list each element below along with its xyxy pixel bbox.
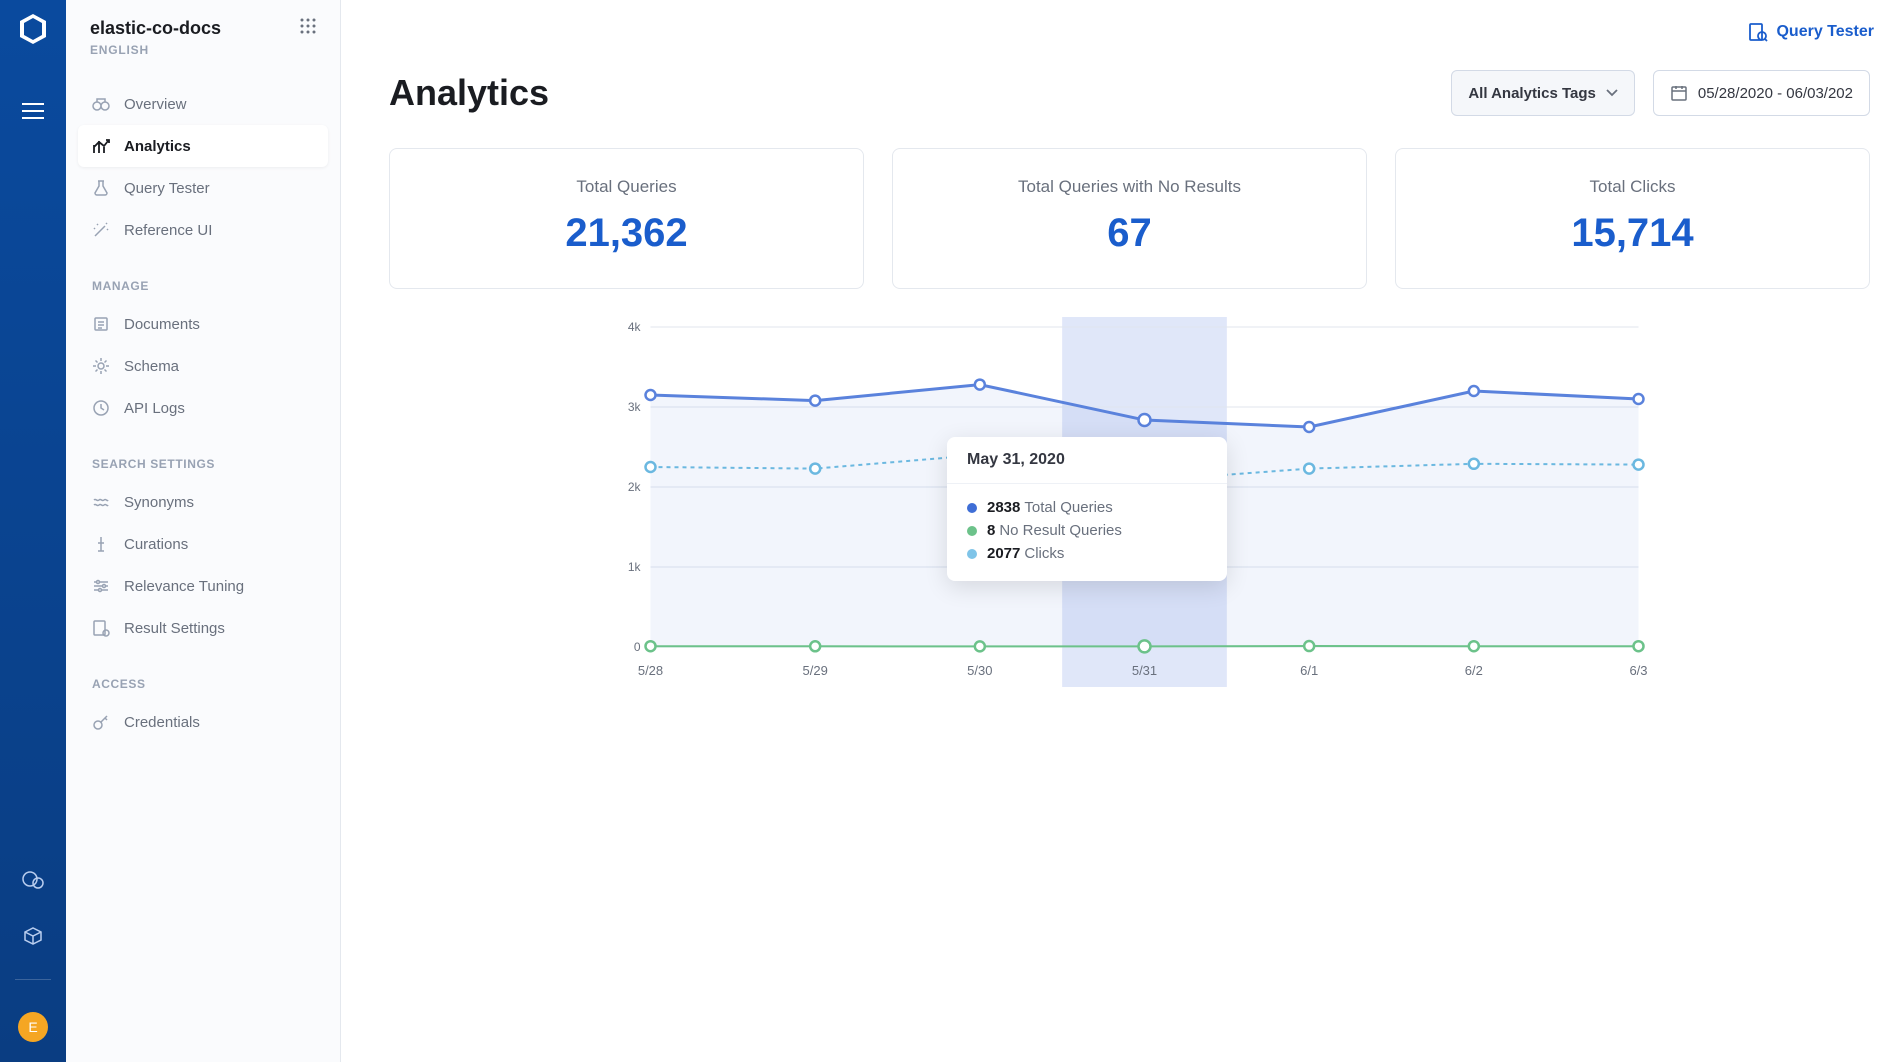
engine-name: elastic-co-docs bbox=[90, 18, 221, 39]
wand-icon bbox=[92, 221, 110, 239]
hamburger-icon[interactable] bbox=[10, 91, 56, 131]
tags-filter-dropdown[interactable]: All Analytics Tags bbox=[1451, 70, 1635, 116]
tags-filter-label: All Analytics Tags bbox=[1468, 85, 1596, 102]
date-range-picker[interactable]: 05/28/2020 - 06/03/202 bbox=[1653, 70, 1870, 116]
product-logo-icon bbox=[16, 12, 50, 46]
sidebar-item-label: Documents bbox=[124, 316, 200, 333]
svg-text:6/3: 6/3 bbox=[1629, 663, 1647, 678]
svg-text:2k: 2k bbox=[628, 480, 642, 494]
topbar: Query Tester bbox=[341, 0, 1900, 64]
series-dot-icon bbox=[967, 503, 977, 513]
svg-text:0: 0 bbox=[634, 640, 641, 654]
sidebar-item-query-tester[interactable]: Query Tester bbox=[78, 167, 328, 209]
stat-total-queries: Total Queries 21,362 bbox=[389, 148, 864, 289]
binoculars-icon bbox=[92, 95, 110, 113]
sidebar-item-label: Credentials bbox=[124, 714, 200, 731]
sidebar-item-result-settings[interactable]: Result Settings bbox=[78, 607, 328, 649]
sidebar-item-label: Schema bbox=[124, 358, 179, 375]
sidebar-item-label: Curations bbox=[124, 536, 188, 553]
svg-text:3k: 3k bbox=[628, 400, 642, 414]
main: Query Tester Analytics All Analytics Tag… bbox=[341, 0, 1900, 1062]
svg-text:5/28: 5/28 bbox=[638, 663, 663, 678]
nav-section-search-settings: SEARCH SETTINGS bbox=[78, 429, 328, 481]
sidebar-item-overview[interactable]: Overview bbox=[78, 83, 328, 125]
query-tester-button[interactable]: Query Tester bbox=[1748, 22, 1874, 42]
search-doc-icon bbox=[1748, 22, 1768, 42]
sidebar-item-label: Overview bbox=[124, 96, 187, 113]
sidebar-item-schema[interactable]: Schema bbox=[78, 345, 328, 387]
gear-icon bbox=[92, 357, 110, 375]
svg-text:4k: 4k bbox=[628, 320, 642, 334]
sidebar-item-reference-ui[interactable]: Reference UI bbox=[78, 209, 328, 251]
sidebar-item-label: Result Settings bbox=[124, 620, 225, 637]
chat-icon[interactable] bbox=[21, 869, 45, 893]
tooltip-row-queries: 2838Total Queries bbox=[967, 496, 1207, 519]
sidebar: elastic-co-docs ENGLISH Overview Analyti… bbox=[66, 0, 341, 1062]
stat-value: 67 bbox=[913, 211, 1346, 256]
svg-text:1k: 1k bbox=[628, 560, 642, 574]
svg-text:6/1: 6/1 bbox=[1300, 663, 1318, 678]
tooltip-row-clicks: 2077Clicks bbox=[967, 542, 1207, 565]
stat-no-results: Total Queries with No Results 67 bbox=[892, 148, 1367, 289]
sidebar-item-label: Reference UI bbox=[124, 222, 212, 239]
sidebar-item-credentials[interactable]: Credentials bbox=[78, 701, 328, 743]
stats-row: Total Queries 21,362 Total Queries with … bbox=[389, 148, 1870, 289]
sidebar-item-api-logs[interactable]: API Logs bbox=[78, 387, 328, 429]
chevron-down-icon bbox=[1606, 89, 1618, 97]
svg-text:5/31: 5/31 bbox=[1132, 663, 1157, 678]
stat-total-clicks: Total Clicks 15,714 bbox=[1395, 148, 1870, 289]
doc-gear-icon bbox=[92, 619, 110, 637]
sidebar-nav: Overview Analytics Query Tester Referenc… bbox=[66, 71, 340, 743]
svg-text:5/29: 5/29 bbox=[803, 663, 828, 678]
series-dot-icon bbox=[967, 549, 977, 559]
stat-label: Total Clicks bbox=[1416, 177, 1849, 197]
sidebar-item-documents[interactable]: Documents bbox=[78, 303, 328, 345]
stat-label: Total Queries bbox=[410, 177, 843, 197]
document-icon bbox=[92, 315, 110, 333]
chart-tooltip: May 31, 2020 2838Total Queries 8No Resul… bbox=[947, 437, 1227, 581]
stat-label: Total Queries with No Results bbox=[913, 177, 1346, 197]
sidebar-item-label: API Logs bbox=[124, 400, 185, 417]
nav-rail: E bbox=[0, 0, 66, 1062]
analytics-icon bbox=[92, 137, 110, 155]
nav-section-manage: MANAGE bbox=[78, 251, 328, 303]
engine-language: ENGLISH bbox=[90, 43, 221, 57]
clock-icon bbox=[92, 399, 110, 417]
svg-text:6/2: 6/2 bbox=[1465, 663, 1483, 678]
calendar-icon bbox=[1670, 84, 1688, 102]
sidebar-item-curations[interactable]: Curations bbox=[78, 523, 328, 565]
stat-value: 15,714 bbox=[1416, 211, 1849, 256]
nav-section-access: ACCESS bbox=[78, 649, 328, 701]
series-dot-icon bbox=[967, 526, 977, 536]
sidebar-item-analytics[interactable]: Analytics bbox=[78, 125, 328, 167]
key-icon bbox=[92, 713, 110, 731]
tooltip-date: May 31, 2020 bbox=[947, 437, 1227, 484]
analytics-chart[interactable]: 0 1k 2k 3k 4k 5/28 5/29 5/30 5/31 6/1 6/2 6/3 May 3… bbox=[389, 317, 1870, 687]
page-title: Analytics bbox=[389, 72, 549, 114]
sidebar-item-relevance-tuning[interactable]: Relevance Tuning bbox=[78, 565, 328, 607]
user-avatar[interactable]: E bbox=[18, 1012, 48, 1042]
tooltip-row-noresults: 8No Result Queries bbox=[967, 519, 1207, 542]
waves-icon bbox=[92, 493, 110, 511]
sliders-icon bbox=[92, 577, 110, 595]
svg-text:5/30: 5/30 bbox=[967, 663, 992, 678]
apps-grid-icon[interactable] bbox=[300, 18, 316, 34]
sidebar-item-label: Query Tester bbox=[124, 180, 210, 197]
sidebar-item-synonyms[interactable]: Synonyms bbox=[78, 481, 328, 523]
sidebar-item-label: Analytics bbox=[124, 138, 191, 155]
sidebar-item-label: Relevance Tuning bbox=[124, 578, 244, 595]
package-icon[interactable] bbox=[22, 925, 44, 947]
sidebar-item-label: Synonyms bbox=[124, 494, 194, 511]
date-range-label: 05/28/2020 - 06/03/202 bbox=[1698, 85, 1853, 102]
stat-value: 21,362 bbox=[410, 211, 843, 256]
beaker-icon bbox=[92, 179, 110, 197]
pin-icon bbox=[92, 535, 110, 553]
query-tester-label: Query Tester bbox=[1776, 23, 1874, 41]
